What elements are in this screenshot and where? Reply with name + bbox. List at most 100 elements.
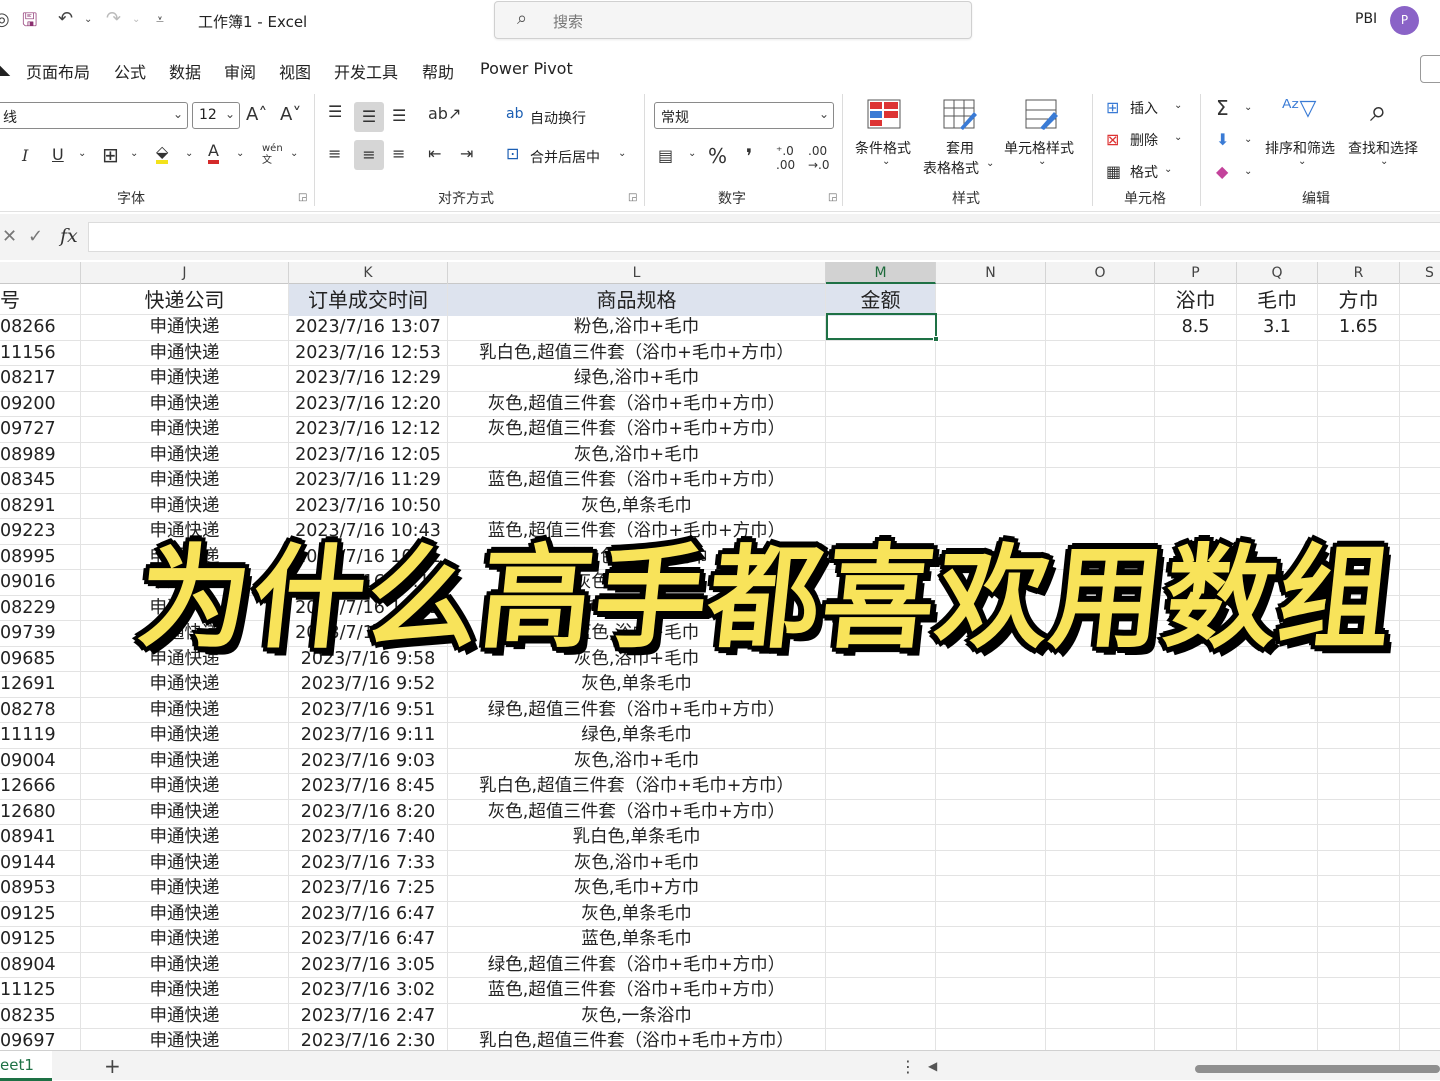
column-header-r[interactable]: R (1318, 262, 1400, 284)
cell-k[interactable]: 2023/7/16 12:05 (289, 442, 448, 468)
cell-q[interactable] (1237, 672, 1318, 697)
cell-m[interactable] (826, 493, 936, 519)
cell-l[interactable]: 灰色,超值三件套（浴巾+毛巾+方巾） (448, 391, 826, 417)
cell-n[interactable] (936, 570, 1046, 595)
cell-k[interactable]: 2023/7/16 9:52 (289, 672, 448, 697)
cell-m[interactable] (826, 952, 936, 978)
cell-n[interactable] (936, 774, 1046, 799)
cell-j[interactable]: 申通快递 (81, 697, 289, 723)
cell-o[interactable] (1046, 901, 1155, 927)
cell-q[interactable] (1237, 850, 1318, 876)
cell-i[interactable]: 09144 (0, 850, 81, 876)
cell-l[interactable]: 灰色,浴巾+毛巾 (448, 748, 826, 774)
cell-j[interactable]: 申通快递 (81, 748, 289, 774)
cell-o[interactable] (1046, 697, 1155, 723)
cell-o[interactable] (1046, 366, 1155, 391)
column-header-k[interactable]: K (289, 262, 448, 284)
cell-p[interactable] (1155, 876, 1237, 901)
align-right-icon[interactable]: ≡ (392, 144, 405, 163)
avatar[interactable]: P (1390, 6, 1419, 35)
chevron-down-icon[interactable]: ⌄ (986, 158, 994, 169)
cell-q[interactable] (1237, 621, 1318, 646)
cell-n[interactable] (936, 595, 1046, 621)
cell-p[interactable] (1155, 723, 1237, 748)
cell-n[interactable] (936, 391, 1046, 417)
cell-i[interactable]: 08291 (0, 493, 81, 519)
cell-r[interactable] (1318, 901, 1400, 927)
chevron-down-icon[interactable]: ⌄ (1244, 166, 1252, 177)
fill-icon[interactable]: ⬇ (1216, 130, 1229, 149)
cell-j[interactable]: 申通快递 (81, 672, 289, 697)
cell-j-header[interactable]: 快递公司 (81, 284, 289, 316)
cell-j[interactable]: 申通快递 (81, 570, 289, 595)
cell-m[interactable] (826, 442, 936, 468)
cell-n[interactable] (936, 723, 1046, 748)
cell-p[interactable] (1155, 978, 1237, 1003)
phonetic-icon[interactable]: wén 文 (262, 143, 283, 167)
chevron-down-icon[interactable]: ⌄ (290, 148, 298, 159)
cell-m[interactable] (826, 1003, 936, 1029)
cell-n[interactable] (936, 493, 1046, 519)
cell-m[interactable] (826, 850, 936, 876)
cell-j[interactable]: 申通快递 (81, 493, 289, 519)
cell-n-header[interactable] (936, 284, 1046, 316)
cell-j[interactable]: 申通快递 (81, 315, 289, 340)
cell-n[interactable] (936, 748, 1046, 774)
cell-k[interactable]: 2023/7/16 10:12 (289, 595, 448, 621)
cell-l[interactable]: 灰色,单条毛巾 (448, 595, 826, 621)
cell-p[interactable]: 8.5 (1155, 315, 1237, 340)
horizontal-scrollbar[interactable] (1195, 1065, 1440, 1073)
cell-o[interactable] (1046, 621, 1155, 646)
cell-q[interactable] (1237, 697, 1318, 723)
cell-r[interactable] (1318, 774, 1400, 799)
cell-p[interactable] (1155, 850, 1237, 876)
cell-l[interactable]: 乳白色,超值三件套（浴巾+毛巾+方巾） (448, 340, 826, 366)
cell-q[interactable] (1237, 901, 1318, 927)
cell-l-header[interactable]: 商品规格 (448, 284, 826, 316)
cell-i[interactable]: 09727 (0, 417, 81, 442)
cell-i[interactable]: 08278 (0, 697, 81, 723)
cell-m[interactable] (826, 825, 936, 850)
cell-m[interactable] (826, 340, 936, 366)
cell-j[interactable]: 申通快递 (81, 544, 289, 570)
fill-color-icon[interactable]: ⬙ (156, 144, 169, 164)
cell-r[interactable] (1318, 391, 1400, 417)
column-header-j[interactable]: J (81, 262, 289, 284)
cell-q[interactable] (1237, 544, 1318, 570)
cell-n[interactable] (936, 927, 1046, 952)
tab-formulas[interactable]: 公式 (114, 59, 146, 83)
cell-k[interactable]: 2023/7/16 10:03 (289, 621, 448, 646)
font-name-combo[interactable]: 线 ⌄ (0, 102, 188, 129)
cell-q[interactable] (1237, 391, 1318, 417)
chevron-down-icon[interactable]: ⌄ (688, 148, 696, 159)
sort-filter-button[interactable]: 排序和筛选 (1265, 138, 1335, 158)
cell-n[interactable] (936, 697, 1046, 723)
cell-j[interactable]: 申通快递 (81, 799, 289, 825)
cell-j[interactable]: 申通快递 (81, 825, 289, 850)
cell-r[interactable] (1318, 621, 1400, 646)
cell-k[interactable]: 2023/7/16 12:12 (289, 417, 448, 442)
insert-function-icon[interactable]: fx (60, 225, 78, 247)
sheet-tab-sheet1[interactable]: eet1 (0, 1051, 52, 1081)
cell-l[interactable]: 灰色,超值三件套（浴巾+毛巾+方巾） (448, 799, 826, 825)
cell-n[interactable] (936, 442, 1046, 468)
format-as-table-label-2[interactable]: 表格格式 (923, 158, 979, 178)
insert-cells-icon[interactable]: ⊞ (1106, 98, 1119, 117)
cell-p[interactable] (1155, 672, 1237, 697)
cell-o[interactable] (1046, 672, 1155, 697)
cell-j[interactable]: 申通快递 (81, 774, 289, 799)
tab-partial[interactable]: ◣ (0, 59, 10, 78)
chevron-down-icon[interactable]: ⌄ (1174, 132, 1182, 143)
cell-r[interactable] (1318, 748, 1400, 774)
cell-i[interactable]: 09739 (0, 621, 81, 646)
cell-n[interactable] (936, 901, 1046, 927)
cell-k[interactable]: 2023/7/16 2:30 (289, 1029, 448, 1050)
cell-j[interactable]: 申通快递 (81, 723, 289, 748)
cell-r[interactable] (1318, 927, 1400, 952)
chevron-down-icon[interactable]: ⌄ (618, 148, 626, 159)
cell-p[interactable] (1155, 774, 1237, 799)
cell-i[interactable]: 09125 (0, 927, 81, 952)
cell-m[interactable] (826, 1029, 936, 1050)
cell-k[interactable]: 2023/7/16 7:33 (289, 850, 448, 876)
column-header-n[interactable]: N (936, 262, 1046, 284)
